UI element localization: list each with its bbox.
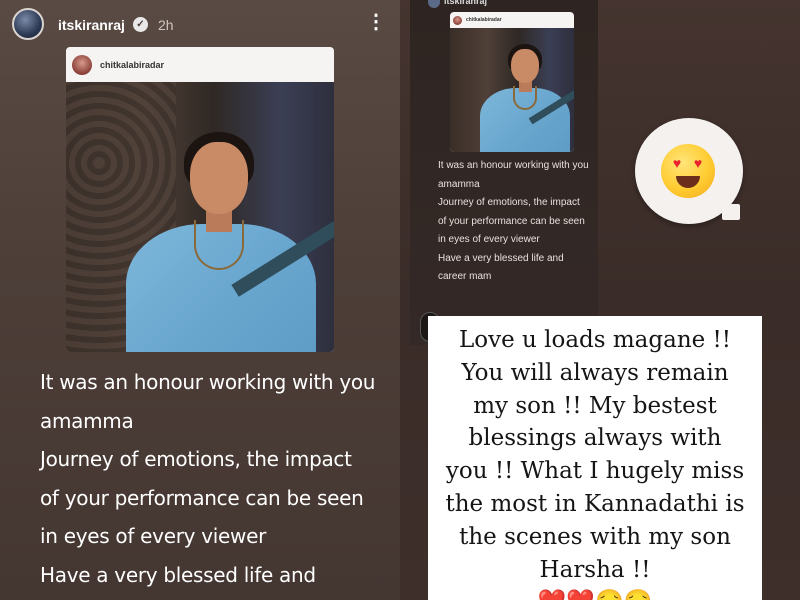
user-avatar [428, 0, 440, 8]
heart-eye-icon: ♥ [693, 155, 703, 171]
necklace [194, 220, 244, 270]
left-story-panel[interactable]: itskiranraj ✓ 2h ⋮ chitkalabiradar It wa… [0, 0, 400, 600]
story-caption: It was an honour working with you amamma… [438, 157, 608, 287]
message-last-line: Harsha !! ❤️❤️😔😔 [428, 554, 762, 600]
caption-line: Have a very blessed life and [40, 562, 316, 587]
message-line: the most in Kannadathi is [445, 490, 745, 517]
story-username: itskiranraj [444, 0, 488, 6]
caption-line: career mam [438, 271, 492, 282]
woman-in-saree-figure [126, 132, 334, 352]
smile-mouth [676, 176, 700, 188]
message-line: my son !! My bestest [473, 392, 717, 419]
shared-post-handle: chitkalabiradar [100, 59, 165, 70]
story-caption: It was an honour working with you amamma… [40, 363, 395, 594]
message-line: the scenes with my son [459, 523, 731, 550]
shared-post-photo [450, 28, 574, 152]
caption-line: amamma [438, 178, 480, 190]
story-timestamp: 2h [158, 17, 174, 33]
face [190, 142, 248, 214]
caption-line: amamma [40, 408, 134, 433]
shared-post-avatar [72, 54, 92, 75]
caption-line: It was an honour working with you [438, 160, 589, 171]
woman-in-saree-figure [480, 44, 574, 152]
repost-screenshot: itskiranraj chitkalabiradar It was an ho… [410, 0, 598, 345]
shared-post-header: chitkalabiradar [450, 12, 574, 28]
caption-line: Have a very blessed life and [438, 252, 564, 264]
reaction-sticker[interactable]: ♥ ♥ [635, 118, 743, 224]
more-options-icon[interactable]: ⋮ [366, 8, 386, 36]
shared-post-card[interactable]: chitkalabiradar [66, 47, 334, 352]
message-line: blessings always with [468, 425, 722, 452]
message-text: Love u loads magane !! You will always r… [428, 324, 762, 600]
user-avatar[interactable] [12, 8, 44, 40]
message-last-line-text: Harsha !! [539, 556, 651, 583]
verified-badge-icon: ✓ [133, 17, 148, 32]
shared-post-card: chitkalabiradar [450, 12, 574, 152]
caption-line: in eyes of every viewer [40, 524, 266, 548]
right-story-panel[interactable]: itskiranraj chitkalabiradar It was an ho… [400, 0, 800, 600]
message-line: Love u loads magane !! [458, 327, 732, 353]
hearts-pensive-emoji-icons: ❤️❤️😔😔 [428, 586, 762, 600]
caption-line: It was an honour working with you [40, 370, 376, 394]
message-line: you !! What I hugely miss [445, 458, 745, 485]
caption-line: Journey of emotions, the impact [40, 447, 352, 471]
shared-post-handle: chitkalabiradar [466, 17, 502, 23]
shared-post-avatar [453, 15, 462, 25]
caption-line: of your performance can be seen [40, 485, 364, 510]
caption-line: of your performance can be seen [438, 215, 585, 227]
shared-post-photo [66, 82, 334, 352]
heart-eye-icon: ♥ [672, 155, 682, 171]
message-line: You will always remain [461, 359, 729, 386]
necklace [513, 86, 537, 110]
shared-post-header: chitkalabiradar [66, 47, 334, 82]
story-username[interactable]: itskiranraj [58, 17, 125, 33]
message-text-box: Love u loads magane !! You will always r… [428, 316, 762, 600]
caption-line: in eyes of every viewer [438, 234, 540, 245]
face [511, 49, 539, 83]
heart-eyes-emoji-icon: ♥ ♥ [661, 144, 715, 198]
caption-line: Journey of emotions, the impact [438, 197, 580, 208]
